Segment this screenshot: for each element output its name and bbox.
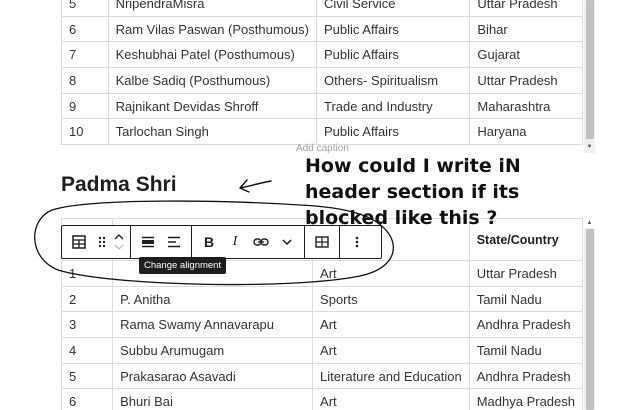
- table-cell[interactable]: Ram Vilas Paswan (Posthumous): [107, 15, 317, 43]
- table-cell[interactable]: Rajnikant Devidas Shroff: [107, 92, 317, 120]
- table-row: 8 Kalbe Sadiq (Posthumous) Others- Spiritu…: [61, 67, 583, 94]
- table-cell[interactable]: Others- Spiritualism: [315, 67, 471, 94]
- bold-icon[interactable]: B: [196, 229, 222, 255]
- table-row: 9 Rajnikant Devidas Shroff Trade and Indus…: [61, 92, 583, 120]
- table-cell[interactable]: Uttar Pradesh: [469, 67, 583, 94]
- move-down-icon[interactable]: [114, 244, 124, 250]
- table-cell[interactable]: Art: [312, 260, 470, 287]
- top-table-block: 5 NripendraMisra Civil Service Uttar Prades…: [61, 0, 583, 146]
- bottom-table-scroll-thumb[interactable]: [586, 229, 594, 410]
- move-up-icon[interactable]: [114, 234, 124, 240]
- table-cell[interactable]: Tamil Nadu: [468, 337, 584, 364]
- table-cell[interactable]: Uttar Pradesh: [469, 0, 583, 17]
- table-row: 4 Subbu Arumugam Art Tamil Nadu: [60, 337, 584, 364]
- table-cell[interactable]: Civil Service: [315, 0, 471, 17]
- table-cell[interactable]: Keshubhai Patel (Posthumous): [107, 41, 317, 69]
- link-icon[interactable]: [248, 229, 274, 255]
- italic-icon[interactable]: I: [222, 229, 248, 255]
- table-cell[interactable]: 6: [60, 388, 114, 410]
- table-cell[interactable]: NripendraMisra: [107, 0, 317, 17]
- table-row: 6 Ram Vilas Paswan (Posthumous) Public Aff…: [61, 15, 583, 43]
- table-cell[interactable]: Madhya Pradesh: [468, 388, 584, 410]
- table-row: 2 P. Anitha Sports Tamil Nadu: [60, 285, 584, 313]
- table-cell[interactable]: 4: [60, 337, 114, 364]
- table-cell[interactable]: Subbu Arumugam: [112, 337, 314, 364]
- table-row: 5 Prakasarao Asavadi Literature and Educat…: [60, 362, 584, 390]
- scroll-down-arrow-icon[interactable]: ▼: [584, 143, 595, 152]
- table-cell[interactable]: Art: [312, 311, 470, 339]
- section-heading[interactable]: Padma Shri: [61, 173, 177, 197]
- top-table-scroll-thumb[interactable]: [586, 0, 594, 139]
- table-cell[interactable]: Rama Swamy Annavarapu: [112, 311, 314, 339]
- table-cell[interactable]: Prakasarao Asavadi: [112, 362, 314, 390]
- move-up-down-icon[interactable]: [112, 229, 126, 255]
- table-cell[interactable]: 10: [61, 118, 109, 146]
- table-row: 7 Keshubhai Patel (Posthumous) Public Affa…: [61, 41, 583, 69]
- table-cell[interactable]: Bihar: [469, 15, 583, 43]
- table-cell[interactable]: Kalbe Sadiq (Posthumous): [107, 67, 317, 94]
- table-cell[interactable]: Andhra Pradesh: [468, 311, 584, 339]
- table-cell[interactable]: 3: [60, 311, 114, 339]
- table-cell[interactable]: Andhra Pradesh: [468, 362, 584, 390]
- table-cell[interactable]: Literature and Education: [312, 362, 470, 390]
- table-cell[interactable]: Tamil Nadu: [468, 285, 584, 313]
- table-cell[interactable]: Public Affairs: [315, 41, 471, 69]
- table-cell[interactable]: P. Anitha: [112, 285, 314, 313]
- more-formats-chevron-icon[interactable]: [274, 229, 300, 255]
- table-cell[interactable]: Gujarat: [469, 41, 583, 69]
- table-cell[interactable]: 1: [60, 260, 114, 287]
- edit-table-icon[interactable]: [309, 229, 335, 255]
- table-cell[interactable]: Trade and Industry: [315, 92, 471, 120]
- table-cell[interactable]: 5: [61, 0, 109, 17]
- drag-handle-icon[interactable]: [92, 229, 112, 255]
- toolbar-group-format: B I: [192, 226, 305, 258]
- table-row: 10 Tarlochan Singh Public Affairs Haryana: [61, 118, 583, 146]
- table-cell[interactable]: 7: [61, 41, 109, 69]
- table-cell[interactable]: Uttar Pradesh: [468, 260, 584, 287]
- table-cell[interactable]: Public Affairs: [315, 118, 471, 146]
- table-cell[interactable]: Tarlochan Singh: [107, 118, 317, 146]
- annotation-arrow-icon: [239, 179, 272, 193]
- table-cell[interactable]: Art: [312, 337, 470, 364]
- change-alignment-tooltip: Change alignment: [139, 257, 227, 274]
- toolbar-group-block: [62, 226, 131, 258]
- table-row: 6 Bhuri Bai Art Madhya Pradesh: [60, 388, 584, 410]
- table-cell[interactable]: 8: [61, 67, 109, 94]
- table-cell[interactable]: 9: [61, 92, 109, 120]
- table-row: 5 NripendraMisra Civil Service Uttar Prades…: [61, 0, 583, 17]
- align-text-icon[interactable]: [161, 229, 187, 255]
- annotation-question-text: How could I write iN header section if i…: [305, 155, 521, 229]
- table-cell[interactable]: Sports: [312, 285, 470, 313]
- table-cell[interactable]: Maharashtra: [469, 92, 583, 120]
- table-cell[interactable]: Haryana: [469, 118, 583, 146]
- table-cell[interactable]: Art: [312, 388, 470, 410]
- table-cell[interactable]: 2: [60, 285, 114, 313]
- options-kebab-icon[interactable]: [344, 229, 370, 255]
- align-block-icon[interactable]: [135, 229, 161, 255]
- table-cell[interactable]: 5: [60, 362, 114, 390]
- table-row: 3 Rama Swamy Annavarapu Art Andhra Pradesh: [60, 311, 584, 339]
- table-cell[interactable]: Public Affairs: [315, 15, 471, 43]
- awardees-table-top: 5 NripendraMisra Civil Service Uttar Prades…: [61, 0, 583, 146]
- table-block-icon[interactable]: [66, 229, 92, 255]
- toolbar-group-align: [131, 226, 192, 258]
- table-cell[interactable]: 6: [61, 15, 109, 43]
- table-cell[interactable]: Bhuri Bai: [112, 388, 314, 410]
